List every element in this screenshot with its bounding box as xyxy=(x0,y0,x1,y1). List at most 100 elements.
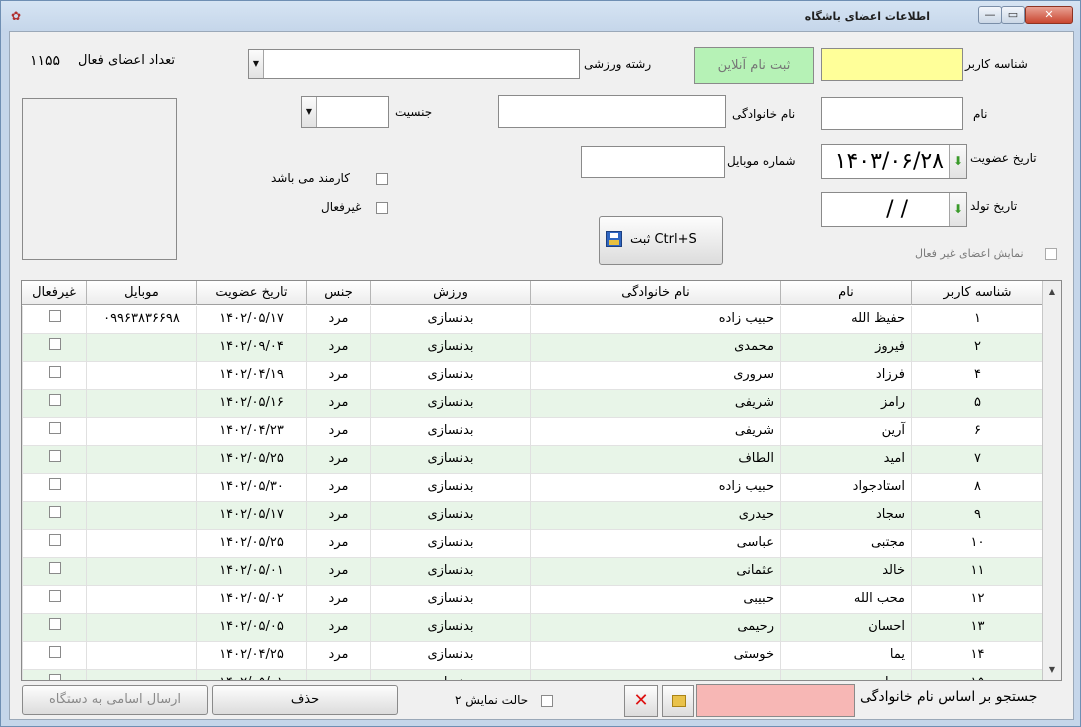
search-button[interactable] xyxy=(662,685,694,717)
cell-family[interactable]: حبیب زاده xyxy=(530,306,780,334)
table-row[interactable]: ۴ فرزاد سروری بدنسازی مرد ۱۴۰۲/۰۴/۱۹ xyxy=(22,362,1043,390)
table-row[interactable]: ۱۲ محب الله حبیبی بدنسازی مرد ۱۴۰۲/۰۵/۰۲ xyxy=(22,586,1043,614)
cell-family[interactable]: الطاف xyxy=(530,446,780,474)
cell-name[interactable]: احسان xyxy=(780,614,911,642)
row-inactive-checkbox[interactable] xyxy=(49,478,61,490)
close-button[interactable]: ✕ xyxy=(1025,6,1073,24)
row-inactive-checkbox[interactable] xyxy=(49,310,61,322)
sport-combo[interactable]: ▼ xyxy=(248,49,580,79)
cell-user-id[interactable]: ۱۰ xyxy=(911,530,1043,558)
cell-name[interactable]: استادجواد xyxy=(780,474,911,502)
cell-membership-date[interactable]: ۱۴۰۲/۰۴/۱۹ xyxy=(196,362,306,390)
cell-name[interactable]: خالد xyxy=(780,558,911,586)
vertical-scrollbar[interactable]: ▲ ▼ xyxy=(1042,281,1061,680)
arrow-down-icon[interactable]: ⬇ xyxy=(949,193,966,226)
cell-gender[interactable]: مرد xyxy=(306,474,370,502)
cell-mobile[interactable] xyxy=(86,614,196,642)
row-inactive-checkbox[interactable] xyxy=(49,618,61,630)
cell-user-id[interactable]: ۴ xyxy=(911,362,1043,390)
last-name-field[interactable] xyxy=(498,95,726,128)
minimize-button[interactable]: — xyxy=(978,6,1002,24)
display-mode-checkbox[interactable] xyxy=(541,695,553,707)
column-header-name[interactable]: نام xyxy=(780,281,911,305)
cell-membership-date[interactable]: ۱۴۰۲/۰۵/۱۶ xyxy=(196,390,306,418)
row-inactive-checkbox[interactable] xyxy=(49,674,61,680)
column-header-gender[interactable]: جنس xyxy=(306,281,370,305)
cell-gender[interactable]: مرد xyxy=(306,446,370,474)
cell-user-id[interactable]: ۵ xyxy=(911,390,1043,418)
cell-gender[interactable]: مرد xyxy=(306,670,370,680)
table-row[interactable]: ۱ حفیظ الله حبیب زاده بدنسازی مرد ۱۴۰۲/۰۵/۱۷ ۰… xyxy=(22,306,1043,334)
save-button[interactable]: ثبت Ctrl+S xyxy=(599,216,723,265)
cell-name[interactable]: رامز xyxy=(780,390,911,418)
cell-gender[interactable]: مرد xyxy=(306,642,370,670)
birth-date-field[interactable]: / / ⬇ xyxy=(821,192,967,227)
row-inactive-checkbox[interactable] xyxy=(49,422,61,434)
clear-search-button[interactable]: ✕ xyxy=(624,685,658,717)
cell-mobile[interactable] xyxy=(86,642,196,670)
table-row[interactable]: ۱۱ خالد عثمانی بدنسازی مرد ۱۴۰۲/۰۵/۰۱ xyxy=(22,558,1043,586)
cell-membership-date[interactable]: ۱۴۰۲/۰۵/۲۵ xyxy=(196,530,306,558)
member-photo[interactable] xyxy=(22,98,177,260)
cell-family[interactable]: عثمانی xyxy=(530,558,780,586)
table-row[interactable]: ۱۰ مجتبی عباسی بدنسازی مرد ۱۴۰۲/۰۵/۲۵ xyxy=(22,530,1043,558)
table-row[interactable]: ۲ فیروز محمدی بدنسازی مرد ۱۴۰۲/۰۹/۰۴ xyxy=(22,334,1043,362)
column-header-mobile[interactable]: موبایل xyxy=(86,281,196,305)
cell-user-id[interactable]: ۱۳ xyxy=(911,614,1043,642)
cell-membership-date[interactable]: ۱۴۰۲/۰۵/۰۵ xyxy=(196,614,306,642)
cell-user-id[interactable]: ۲ xyxy=(911,334,1043,362)
chevron-down-icon[interactable]: ▼ xyxy=(302,97,317,127)
row-inactive-checkbox[interactable] xyxy=(49,534,61,546)
cell-sport[interactable]: بدنسازی xyxy=(370,334,530,362)
cell-family[interactable]: محمدی xyxy=(530,334,780,362)
column-header-family[interactable]: نام خانوادگی xyxy=(530,281,780,305)
send-names-to-device-button[interactable]: ارسال اسامی به دستگاه xyxy=(22,685,208,715)
cell-name[interactable]: بهداد xyxy=(780,670,911,680)
table-row[interactable]: ۷ امید الطاف بدنسازی مرد ۱۴۰۲/۰۵/۲۵ xyxy=(22,446,1043,474)
cell-family[interactable]: حیدری xyxy=(530,502,780,530)
arrow-down-icon[interactable]: ⬇ xyxy=(949,145,966,178)
cell-sport[interactable]: بدنسازی xyxy=(370,362,530,390)
cell-gender[interactable]: مرد xyxy=(306,390,370,418)
cell-user-id[interactable]: ۱۱ xyxy=(911,558,1043,586)
row-inactive-checkbox[interactable] xyxy=(49,338,61,350)
gender-combo[interactable]: ▼ xyxy=(301,96,389,128)
table-row[interactable]: ۱۵بهدادوحیدیبدنسازیمرد۱۴۰۲/۰۵/۰۱ xyxy=(22,670,1043,680)
cell-membership-date[interactable]: ۱۴۰۲/۰۵/۰۱ xyxy=(196,558,306,586)
cell-membership-date[interactable]: ۱۴۰۲/۰۵/۱۷ xyxy=(196,502,306,530)
cell-mobile[interactable] xyxy=(86,446,196,474)
first-name-field[interactable] xyxy=(821,97,963,130)
cell-family[interactable]: حبیب زاده xyxy=(530,474,780,502)
cell-user-id[interactable]: ۱۵ xyxy=(911,670,1043,680)
column-header-user-id[interactable]: شناسه کاربر xyxy=(911,281,1043,305)
cell-sport[interactable]: بدنسازی xyxy=(370,306,530,334)
row-inactive-checkbox[interactable] xyxy=(49,450,61,462)
row-inactive-checkbox[interactable] xyxy=(49,590,61,602)
cell-family[interactable]: عباسی xyxy=(530,530,780,558)
cell-membership-date[interactable]: ۱۴۰۲/۰۵/۲۵ xyxy=(196,446,306,474)
cell-mobile[interactable] xyxy=(86,474,196,502)
cell-sport[interactable]: بدنسازی xyxy=(370,390,530,418)
cell-sport[interactable]: بدنسازی xyxy=(370,642,530,670)
scroll-down-icon[interactable]: ▼ xyxy=(1045,661,1059,678)
cell-name[interactable]: امید xyxy=(780,446,911,474)
cell-sport[interactable]: بدنسازی xyxy=(370,502,530,530)
members-grid[interactable]: شناسه کاربر نام نام خانوادگی ورزش جنس تا… xyxy=(21,280,1062,681)
table-row[interactable]: ۱۳ احسان رحیمی بدنسازی مرد ۱۴۰۲/۰۵/۰۵ xyxy=(22,614,1043,642)
cell-family[interactable]: رحیمی xyxy=(530,614,780,642)
row-inactive-checkbox[interactable] xyxy=(49,366,61,378)
table-row[interactable]: ۸ استادجواد حبیب زاده بدنسازی مرد ۱۴۰۲/۰۵/۳۰ xyxy=(22,474,1043,502)
cell-mobile[interactable] xyxy=(86,670,196,680)
cell-sport[interactable]: بدنسازی xyxy=(370,586,530,614)
user-id-field[interactable] xyxy=(821,48,963,81)
delete-button[interactable]: حذف xyxy=(212,685,398,715)
cell-sport[interactable]: بدنسازی xyxy=(370,474,530,502)
cell-gender[interactable]: مرد xyxy=(306,586,370,614)
cell-mobile[interactable] xyxy=(86,334,196,362)
cell-family[interactable]: وحیدی xyxy=(530,670,780,680)
cell-gender[interactable]: مرد xyxy=(306,334,370,362)
cell-mobile[interactable] xyxy=(86,502,196,530)
cell-user-id[interactable]: ۹ xyxy=(911,502,1043,530)
mobile-field[interactable] xyxy=(581,146,725,178)
search-family-input[interactable] xyxy=(696,684,855,717)
